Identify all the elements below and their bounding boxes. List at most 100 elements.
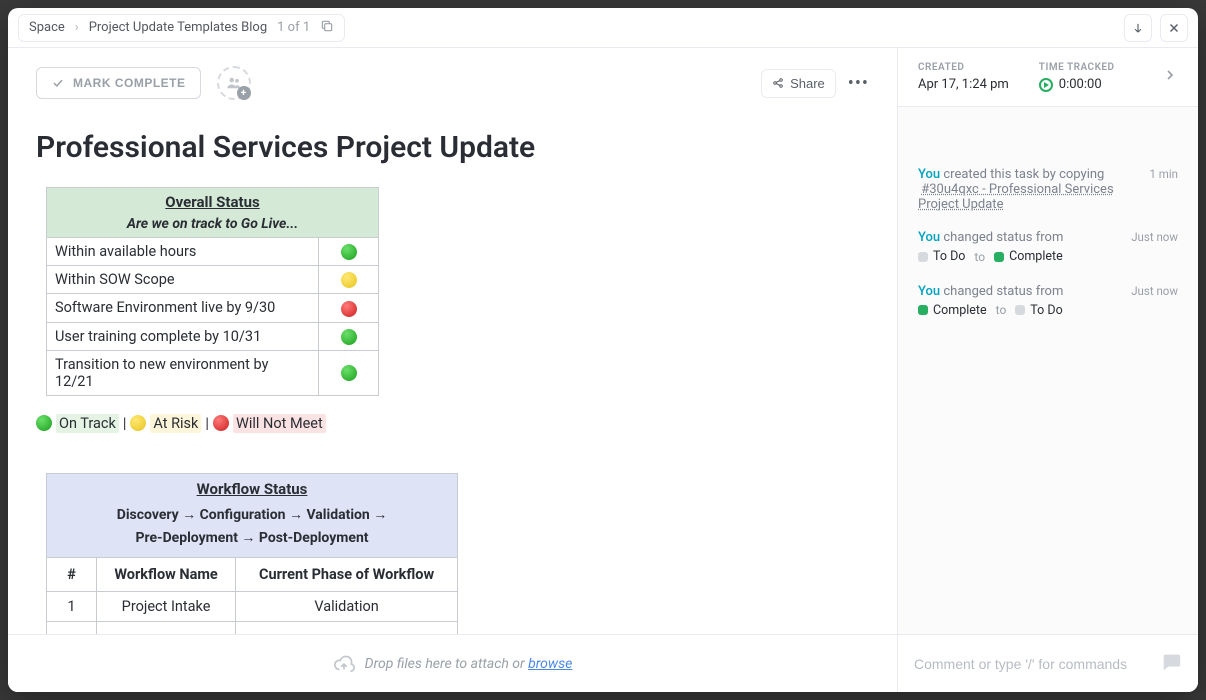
browse-link[interactable]: browse xyxy=(528,656,572,672)
green-dot-icon xyxy=(341,244,357,260)
check-icon xyxy=(51,76,65,90)
status-indicator xyxy=(319,238,379,266)
table-row: User training complete by 10/31 xyxy=(47,322,379,350)
row-name: Project Intake xyxy=(97,592,236,622)
drop-text: Drop files here to attach or xyxy=(365,656,528,672)
topbar: Space › Project Update Templates Blog 1 … xyxy=(8,8,1198,48)
legend-at-risk: At Risk xyxy=(150,414,201,433)
status-square-icon xyxy=(918,252,928,262)
status-label: Software Environment live by 9/30 xyxy=(47,294,319,322)
file-drop-zone[interactable]: Drop files here to attach or browse xyxy=(8,635,898,692)
activity-item: You created this task by copying #30u4qx… xyxy=(918,167,1178,212)
created-block: CREATED Apr 17, 1:24 pm xyxy=(918,62,1009,92)
breadcrumb[interactable]: Space › Project Update Templates Blog 1 … xyxy=(18,14,345,42)
comment-bubble-icon xyxy=(1160,651,1182,677)
collapse-panel-button[interactable] xyxy=(1162,67,1178,87)
toolbar-left: MARK COMPLETE + xyxy=(36,66,251,100)
more-options-button[interactable]: ••• xyxy=(848,73,869,94)
breadcrumb-space[interactable]: Space xyxy=(29,20,65,35)
comment-input[interactable] xyxy=(914,656,1150,672)
activity-text: changed status from xyxy=(943,284,1063,299)
status-square-icon xyxy=(994,252,1004,262)
col-num: # xyxy=(47,558,97,592)
share-icon xyxy=(772,77,784,89)
legend-will-not-meet: Will Not Meet xyxy=(233,414,326,433)
mark-complete-label: MARK COMPLETE xyxy=(73,76,186,90)
row-num xyxy=(47,622,97,634)
page-title[interactable]: Professional Services Project Update xyxy=(36,130,869,165)
status-indicator xyxy=(319,294,379,322)
table-row: Within available hours xyxy=(47,238,379,266)
green-dot-icon xyxy=(36,415,52,431)
play-icon[interactable] xyxy=(1039,78,1053,92)
chevron-right-icon: › xyxy=(75,20,79,35)
footer: Drop files here to attach or browse xyxy=(8,634,1198,692)
cloud-upload-icon xyxy=(333,653,355,675)
to-text: to xyxy=(996,303,1007,317)
time-value: 0:00:00 xyxy=(1059,77,1102,92)
row-phase: Validation xyxy=(236,592,458,622)
workflow-status-table: Workflow Status Discovery → Configuratio… xyxy=(46,473,458,634)
table-row: Software Environment live by 9/30 xyxy=(47,294,379,322)
row-phase xyxy=(236,622,458,634)
activity-task-link[interactable]: #30u4qxc - Professional Services Project… xyxy=(918,182,1114,212)
yellow-dot-icon xyxy=(130,415,146,431)
mark-complete-button[interactable]: MARK COMPLETE xyxy=(36,67,201,99)
main-column: MARK COMPLETE + Share ••• xyxy=(8,48,898,634)
workflow-phases-line2: Pre-Deployment → Post-Deployment xyxy=(55,527,449,551)
row-name xyxy=(97,622,236,634)
activity-user: You xyxy=(918,284,940,299)
comment-box[interactable] xyxy=(898,635,1198,692)
table-row xyxy=(47,622,458,634)
overall-status-table: Overall Status Are we on track to Go Liv… xyxy=(46,187,379,396)
top-actions xyxy=(1124,14,1188,42)
yellow-dot-icon xyxy=(341,272,357,288)
activity-time: 1 min xyxy=(1149,167,1178,212)
document-body: Professional Services Project Update Ove… xyxy=(8,100,897,634)
breadcrumb-project[interactable]: Project Update Templates Blog xyxy=(89,20,267,35)
activity-text: created this task by copying xyxy=(943,167,1104,182)
close-button[interactable] xyxy=(1160,14,1188,42)
copy-link-icon[interactable] xyxy=(320,19,334,37)
status-label: Within available hours xyxy=(47,238,319,266)
status-square-icon xyxy=(1015,305,1025,315)
status-indicator xyxy=(319,266,379,294)
minimize-button[interactable] xyxy=(1124,14,1152,42)
workflow-phases: Discovery → Configuration → Validation →… xyxy=(55,504,449,552)
overall-status-header: Overall Status Are we on track to Go Liv… xyxy=(47,188,379,238)
status-indicator xyxy=(319,322,379,350)
overall-header-title: Overall Status xyxy=(55,193,370,211)
activity-item: You changed status from Just now To Do t… xyxy=(918,230,1178,266)
workflow-header-title: Workflow Status xyxy=(55,480,449,498)
red-dot-icon xyxy=(341,301,357,317)
breadcrumb-count: 1 of 1 xyxy=(277,20,310,35)
activity-user: You xyxy=(918,230,940,245)
green-dot-icon xyxy=(341,365,357,381)
workflow-header: Workflow Status Discovery → Configuratio… xyxy=(47,473,458,558)
green-dot-icon xyxy=(341,329,357,345)
status-from: Complete xyxy=(933,303,987,318)
to-text: to xyxy=(974,250,985,264)
status-square-icon xyxy=(918,305,928,315)
overall-header-sub: Are we on track to Go Live... xyxy=(127,216,298,232)
right-panel: CREATED Apr 17, 1:24 pm TIME TRACKED 0:0… xyxy=(898,48,1198,634)
time-tracked-value[interactable]: 0:00:00 xyxy=(1039,77,1115,92)
created-value: Apr 17, 1:24 pm xyxy=(918,77,1009,92)
main-scroll[interactable]: MARK COMPLETE + Share ••• xyxy=(8,48,897,634)
add-assignee-button[interactable]: + xyxy=(217,66,251,100)
red-dot-icon xyxy=(213,415,229,431)
status-to: Complete xyxy=(1009,249,1063,264)
content-wrap: MARK COMPLETE + Share ••• xyxy=(8,48,1198,634)
col-name: Workflow Name xyxy=(97,558,236,592)
meta-row: CREATED Apr 17, 1:24 pm TIME TRACKED 0:0… xyxy=(898,48,1198,107)
created-label: CREATED xyxy=(918,62,1009,73)
activity-feed: You created this task by copying #30u4qx… xyxy=(898,107,1198,634)
share-button[interactable]: Share xyxy=(761,69,836,98)
share-label: Share xyxy=(790,76,825,91)
activity-time: Just now xyxy=(1131,230,1178,245)
workflow-phases-line1: Discovery → Configuration → Validation → xyxy=(55,504,449,528)
activity-text: changed status from xyxy=(943,230,1063,245)
table-row: 1 Project Intake Validation xyxy=(47,592,458,622)
table-row: Transition to new environment by 12/21 xyxy=(47,350,379,395)
toolbar-row: MARK COMPLETE + Share ••• xyxy=(8,48,897,100)
